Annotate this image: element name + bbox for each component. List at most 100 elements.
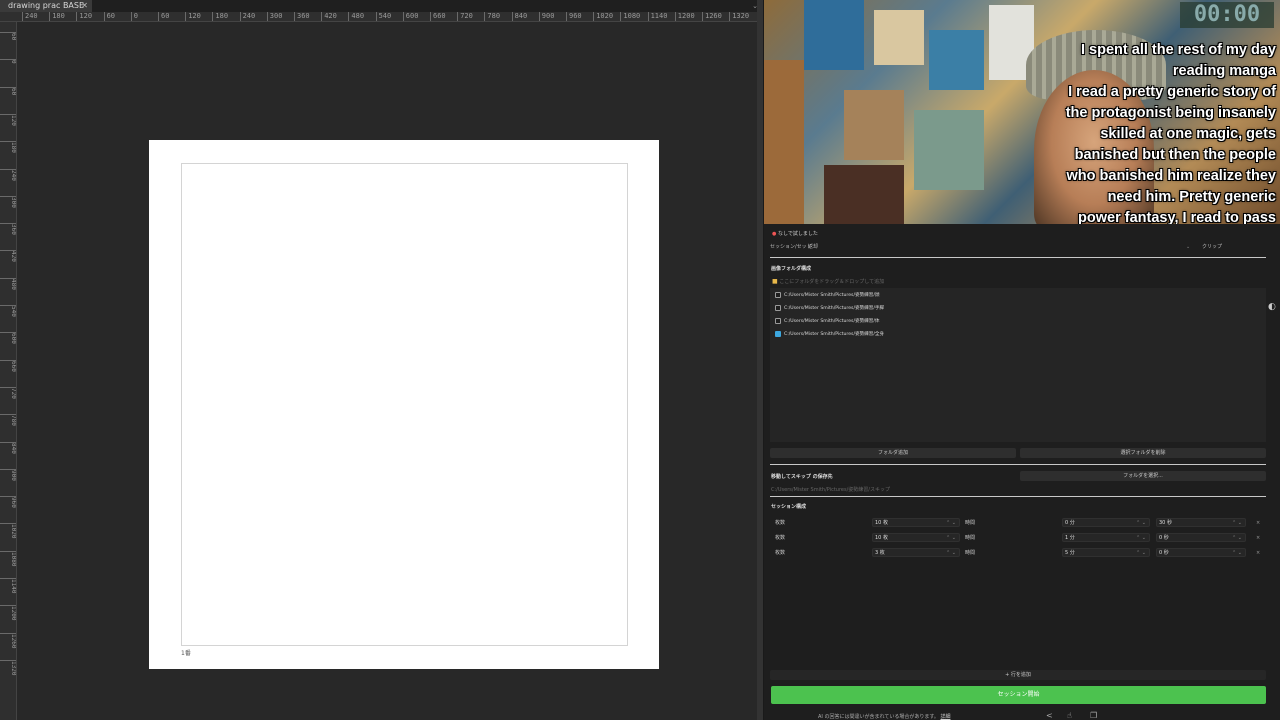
caption-line: banished but then the people: [1074, 147, 1276, 163]
share-icon[interactable]: <: [1046, 711, 1053, 720]
folder-checkbox[interactable]: [775, 317, 781, 324]
second-select[interactable]: 0 秒 ⌃ ⌄: [1156, 548, 1246, 557]
vertical-ruler: 60 0 60 120 180 240 300 360 420 480 540 600 660 720 78…: [0, 22, 17, 720]
ruler-tick: 0: [130, 12, 138, 21]
stepper-icon[interactable]: ⌃ ⌄: [946, 534, 956, 542]
minute-select[interactable]: 0 分 ⌃ ⌄: [1062, 518, 1150, 527]
folder-checkbox[interactable]: [775, 330, 781, 337]
drawing-page[interactable]: 1番: [149, 140, 659, 669]
ruler-tick: 120: [0, 113, 16, 140]
ruler-tick: 1020: [0, 523, 16, 549]
panel-header: ● なしで試しました: [772, 230, 818, 237]
count-select[interactable]: 10 枚 ⌃ ⌄: [872, 518, 960, 527]
list-item[interactable]: C:/Users/Mister Smith/Pictures/姿勢練習/体: [775, 317, 880, 327]
list-item[interactable]: C:/Users/Mister Smith/Pictures/姿勢練習/手脚: [775, 304, 884, 314]
ai-disclaimer: AI の回答には間違いが含まれている場合があります。 詳細: [818, 713, 950, 720]
stepper-icon[interactable]: ⌃ ⌄: [1232, 534, 1242, 542]
caption-line: reading manga: [1172, 63, 1276, 79]
thumbs-up-icon[interactable]: ☝: [1067, 711, 1072, 720]
session-value[interactable]: 返却: [808, 242, 818, 252]
folder-list[interactable]: C:/Users/Mister Smith/Pictures/姿勢練習/顔 C:…: [770, 288, 1266, 442]
stepper-icon[interactable]: ⌃ ⌄: [1136, 534, 1146, 542]
session-app-panel: ● なしで試しました セッション/セット 返却 ⌄ クリップ 画像フォルダ構成 …: [764, 224, 1280, 720]
chevron-down-icon[interactable]: ⌄: [1186, 242, 1190, 252]
copy-icon[interactable]: ❐: [1090, 711, 1097, 720]
stepper-icon[interactable]: ⌃ ⌄: [1232, 549, 1242, 557]
folder-path: C:/Users/Mister Smith/Pictures/姿勢練習/体: [784, 319, 880, 324]
add-folder-button[interactable]: フォルダ追加: [770, 448, 1016, 458]
ruler-tick: 60: [103, 12, 115, 21]
remove-row-button[interactable]: ×: [1256, 548, 1260, 558]
stepper-icon[interactable]: ⌃ ⌄: [1136, 549, 1146, 557]
ruler-tick: 180: [212, 12, 228, 21]
ruler-tick: 1260: [702, 12, 722, 21]
ruler-tick: 240: [239, 12, 255, 21]
ruler-tick: 540: [375, 12, 391, 21]
ruler-tick: 1140: [0, 578, 16, 604]
ruler-tick: 660: [430, 12, 446, 21]
start-session-button[interactable]: セッション開始: [771, 686, 1266, 704]
caption-line: skilled at one magic, gets: [1100, 126, 1276, 142]
second-select[interactable]: 0 秒 ⌃ ⌄: [1156, 533, 1246, 542]
side-panel-icon[interactable]: ◐: [1268, 302, 1278, 314]
ruler-tick: 60: [0, 86, 16, 113]
stepper-icon[interactable]: ⌃ ⌄: [946, 519, 956, 527]
collage-image: [914, 110, 984, 190]
session-select-row[interactable]: セッション/セット 返却 ⌄ クリップ: [770, 242, 1274, 252]
ruler-tick: 360: [0, 223, 16, 249]
ruler-tick: 60: [158, 12, 169, 21]
list-item[interactable]: C:/Users/Mister Smith/Pictures/姿勢練習/顔: [775, 291, 880, 301]
ruler-tick: 900: [0, 468, 16, 495]
count-label: 枚数: [775, 550, 786, 556]
session-label: セッション/セット: [770, 244, 812, 250]
ruler-tick: 420: [321, 12, 337, 21]
folder-checkbox[interactable]: [775, 304, 781, 311]
ruler-tick: 960: [566, 12, 582, 21]
ruler-tick: 840: [511, 12, 527, 21]
count-label: 枚数: [775, 520, 786, 526]
ruler-tick: 600: [0, 332, 16, 358]
second-value: 0 秒: [1159, 550, 1169, 556]
ruler-tick: 960: [0, 496, 16, 522]
minute-value: 5 分: [1065, 550, 1075, 556]
close-icon[interactable]: ✕: [81, 0, 88, 12]
minute-select[interactable]: 5 分 ⌃ ⌄: [1062, 548, 1150, 557]
count-value: 10 枚: [875, 520, 888, 526]
canvas-area[interactable]: 1番: [17, 22, 762, 720]
document-tab[interactable]: drawing prac BASE ✕: [0, 0, 92, 12]
list-item[interactable]: C:/Users/Mister Smith/Pictures/姿勢練習/全身: [775, 330, 884, 340]
stepper-icon[interactable]: ⌃ ⌄: [946, 549, 956, 557]
record-icon: ●: [772, 231, 777, 237]
ruler-tick: 1320: [729, 12, 749, 21]
count-select[interactable]: 10 枚 ⌃ ⌄: [872, 533, 960, 542]
ruler-tick: 480: [0, 277, 16, 304]
count-select[interactable]: 3 枚 ⌃ ⌄: [872, 548, 960, 557]
collage-image: [874, 10, 924, 65]
add-row-button[interactable]: + 行を追加: [770, 670, 1266, 680]
window-divider[interactable]: [757, 0, 763, 720]
pens-cup: [824, 165, 904, 224]
drop-zone[interactable]: ■ ここにフォルダをドラッグ＆ドロップして追加: [772, 278, 884, 285]
ruler-tick: 240: [22, 12, 38, 21]
second-select[interactable]: 30 秒 ⌃ ⌄: [1156, 518, 1246, 527]
ruler-tick: 720: [0, 386, 16, 413]
choose-folder-button[interactable]: フォルダを選択...: [1020, 471, 1266, 481]
remove-folder-button[interactable]: 選択フォルダを削除: [1020, 448, 1266, 458]
remove-row-button[interactable]: ×: [1256, 533, 1260, 543]
time-label: 時間: [965, 520, 976, 526]
panel-frame: [181, 163, 628, 646]
collage-image: [844, 90, 904, 160]
stepper-icon[interactable]: ⌃ ⌄: [1136, 519, 1146, 527]
minute-select[interactable]: 1 分 ⌃ ⌄: [1062, 533, 1150, 542]
ruler-tick: 120: [185, 12, 201, 21]
stepper-icon[interactable]: ⌃ ⌄: [1232, 519, 1242, 527]
ruler-tick: 180: [0, 141, 16, 167]
ruler-tick: 120: [76, 12, 92, 21]
ruler-tick: 480: [348, 12, 364, 21]
folder-checkbox[interactable]: [775, 291, 781, 298]
details-link[interactable]: 詳細: [940, 714, 950, 720]
session-right-label[interactable]: クリップ: [1202, 242, 1222, 252]
disclaimer-text: AI の回答には間違いが含まれている場合があります。: [818, 714, 939, 720]
folder-path: C:/Users/Mister Smith/Pictures/姿勢練習/顔: [784, 293, 880, 298]
remove-row-button[interactable]: ×: [1256, 518, 1260, 528]
